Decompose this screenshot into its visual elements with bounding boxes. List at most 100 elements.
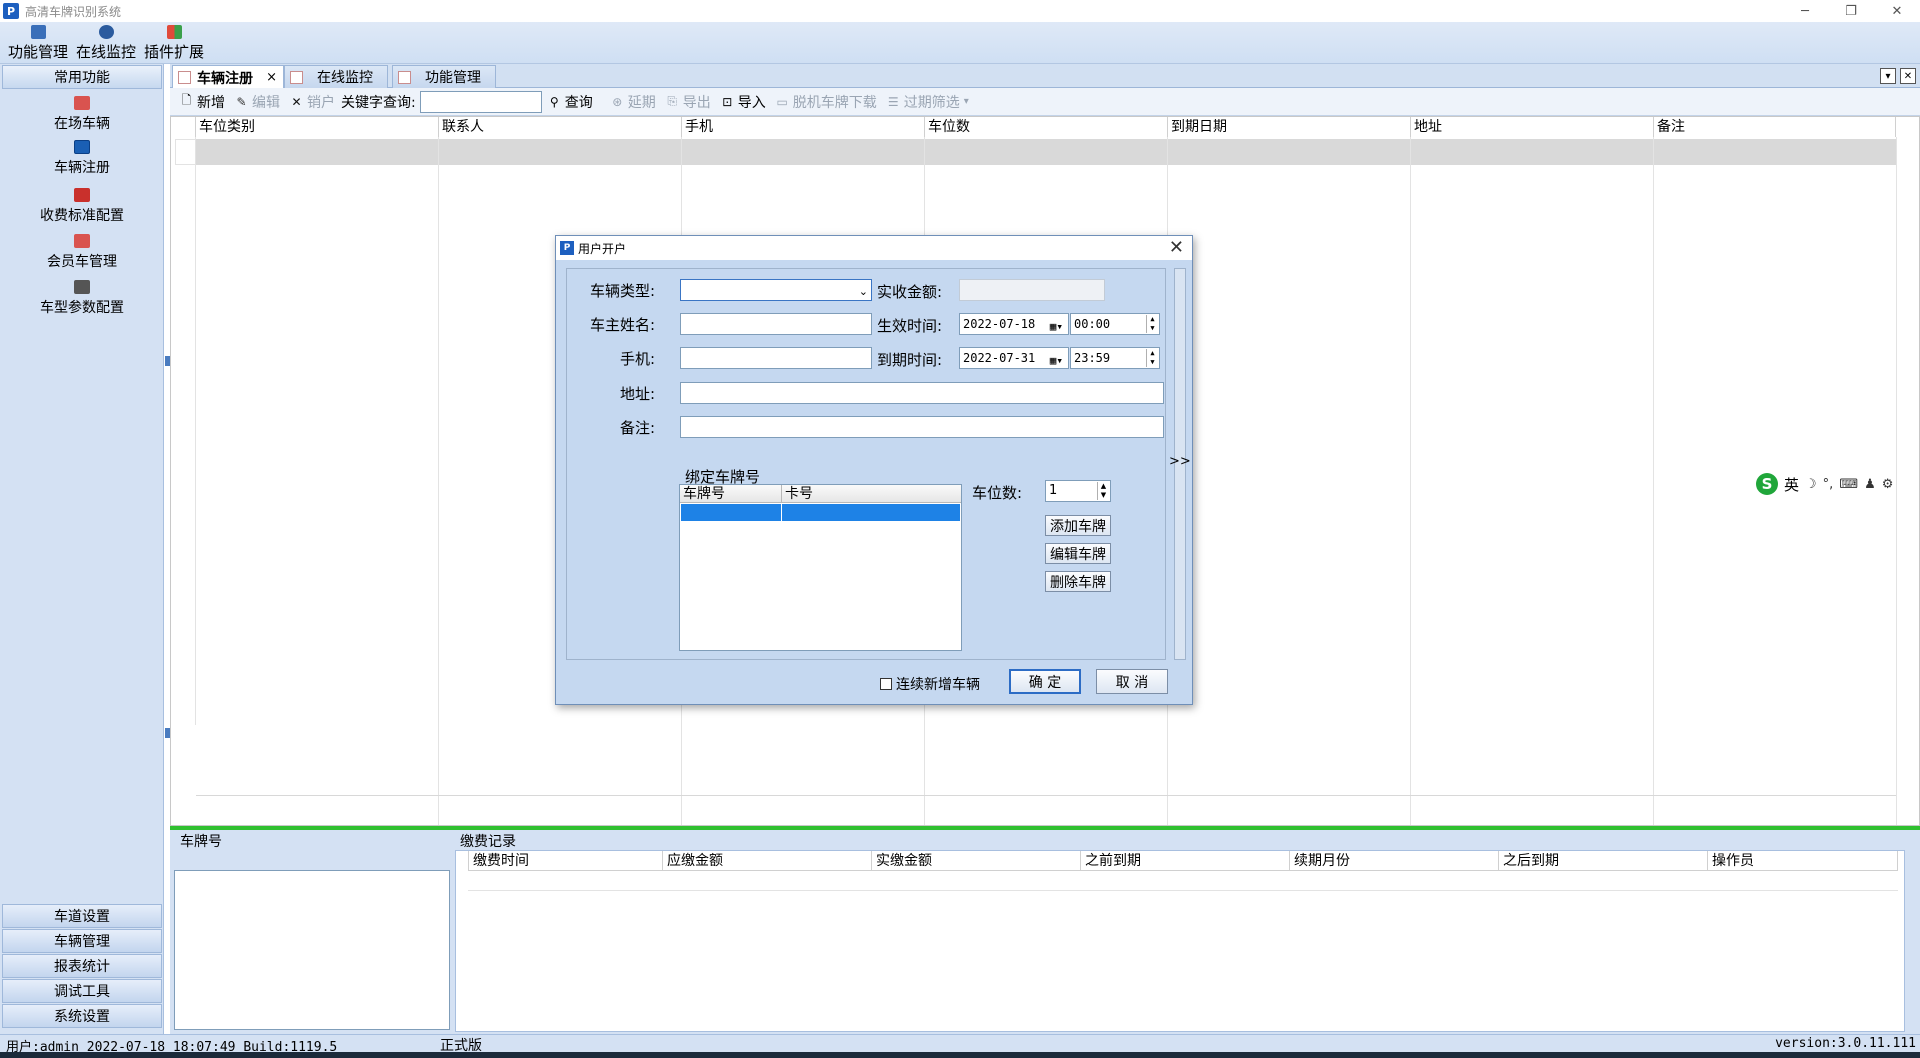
owner-name-label: 车主姓名: — [589, 316, 655, 334]
tab-close-all-icon[interactable]: ✕ — [1900, 68, 1916, 84]
grid-header-contact[interactable]: 联系人 — [438, 117, 681, 137]
expire-date-picker[interactable]: 2022-07-31 ▦▾ — [959, 347, 1069, 369]
sidebar-item-fee-config[interactable]: 收费标准配置 — [0, 188, 164, 225]
menu-plugin-extension[interactable]: 插件扩展 — [144, 22, 204, 64]
minimize-button[interactable]: ─ — [1782, 0, 1828, 22]
effective-time-spinner[interactable]: 00:00 ▲ ▼ — [1070, 313, 1160, 335]
effective-date-picker[interactable]: 2022-07-18 ▦▾ — [959, 313, 1069, 335]
calendar-dropdown-icon[interactable]: ▦▾ — [1050, 317, 1063, 337]
remark-input[interactable] — [680, 416, 1164, 438]
table-row[interactable] — [196, 139, 1896, 165]
ok-button[interactable]: 确 定 — [1009, 669, 1081, 694]
vehicle-type-select[interactable]: ⌄ — [680, 279, 872, 301]
delete-plate-button[interactable]: 删除车牌 — [1045, 571, 1111, 592]
new-document-icon: 🗋 — [181, 93, 192, 107]
new-label: 新增 — [197, 94, 225, 111]
keyboard-icon[interactable]: ⌨ — [1839, 477, 1858, 492]
export-button[interactable]: ⎘ 导出 — [666, 92, 710, 112]
menu-function-management[interactable]: 功能管理 — [8, 22, 68, 64]
sidebar-item-member-car[interactable]: 会员车管理 — [0, 234, 164, 271]
spinner-arrows-icon[interactable]: ▲ ▼ — [1146, 349, 1158, 367]
dialog-titlebar[interactable]: P 用户开户 ✕ — [556, 236, 1192, 260]
payment-header-paid[interactable]: 实缴金额 — [871, 851, 1080, 871]
sidebar-reports[interactable]: 报表统计 — [2, 954, 162, 978]
sogou-logo-icon[interactable]: S — [1756, 473, 1778, 495]
user-icon[interactable]: ♟ — [1864, 477, 1876, 492]
import-button[interactable]: ⊡ 导入 — [721, 92, 766, 112]
tab-vehicle-register[interactable]: 车辆注册 × — [172, 65, 284, 89]
grid-header-phone[interactable]: 手机 — [681, 117, 924, 137]
grid-header-spaces[interactable]: 车位数 — [924, 117, 1167, 137]
add-plate-button[interactable]: 添加车牌 — [1045, 515, 1111, 536]
restore-button[interactable]: ❐ — [1828, 0, 1874, 22]
continuous-add-checkbox[interactable] — [880, 678, 892, 690]
sidebar-vehicle-management[interactable]: 车辆管理 — [2, 929, 162, 953]
dialog-close-icon[interactable]: ✕ — [1169, 236, 1184, 260]
grid-header-remark[interactable]: 备注 — [1653, 117, 1896, 137]
moon-icon[interactable]: ☽ — [1805, 477, 1817, 492]
keyword-input[interactable] — [419, 90, 542, 113]
grid-header-address[interactable]: 地址 — [1410, 117, 1653, 137]
sidebar-system-settings[interactable]: 系统设置 — [2, 1004, 162, 1028]
address-input[interactable] — [680, 382, 1164, 404]
close-window-button[interactable]: ✕ — [1874, 0, 1920, 22]
expand-panel-icon[interactable]: >> — [1169, 454, 1191, 469]
tab-list-dropdown-icon[interactable]: ▾ — [1880, 68, 1896, 84]
plate-grid-header-card[interactable]: 卡号 — [782, 485, 961, 503]
sidebar-item-vehicle-type[interactable]: 车型参数配置 — [0, 280, 164, 317]
payment-header-operator[interactable]: 操作员 — [1707, 851, 1898, 871]
tab-close-icon[interactable]: × — [266, 70, 277, 85]
paid-amount-input[interactable] — [959, 279, 1105, 301]
table-row[interactable] — [468, 871, 1898, 891]
spinner-arrows-icon[interactable]: ▲ ▼ — [1097, 482, 1109, 500]
ime-toolbar[interactable]: S 英 ☽ °, ⌨ ♟ ⚙ — [1756, 472, 1920, 496]
payment-record-grid[interactable]: 缴费时间 应缴金额 实缴金额 之前到期 续期月份 之后到期 操作员 — [455, 850, 1905, 1032]
tab-function-management[interactable]: 功能管理 — [392, 65, 496, 88]
search-icon: ⚲ — [549, 94, 559, 109]
menu-online-monitor[interactable]: 在线监控 — [76, 22, 136, 64]
payment-header-prev-expiry[interactable]: 之前到期 — [1080, 851, 1289, 871]
sidebar-header[interactable]: 常用功能 — [2, 65, 162, 89]
statusbar: 用户:admin 2022-07-18 18:07:49 Build:1119.… — [0, 1034, 1920, 1055]
calendar-dropdown-icon[interactable]: ▦▾ — [1050, 351, 1063, 371]
grid-header-expiry[interactable]: 到期日期 — [1167, 117, 1410, 137]
punctuation-icon[interactable]: °, — [1823, 477, 1834, 492]
grid-header-space-type[interactable]: 车位类别 — [195, 117, 438, 137]
query-button[interactable]: ⚲ 查询 — [548, 92, 593, 112]
phone-input[interactable] — [680, 347, 872, 369]
expire-time-spinner[interactable]: 23:59 ▲ ▼ — [1070, 347, 1160, 369]
ime-mode[interactable]: 英 — [1784, 474, 1799, 495]
tab-online-monitor[interactable]: 在线监控 — [284, 65, 388, 88]
fee-icon — [74, 188, 90, 202]
edit-button[interactable]: ✎ 编辑 — [235, 92, 280, 112]
settings-icon[interactable]: ⚙ — [1882, 477, 1894, 492]
sidebar-debug-tools[interactable]: 调试工具 — [2, 979, 162, 1003]
vehicle-type-icon — [74, 280, 90, 294]
spinner-arrows-icon[interactable]: ▲ ▼ — [1146, 315, 1158, 333]
payment-header-time[interactable]: 缴费时间 — [468, 851, 662, 871]
owner-name-input[interactable] — [680, 313, 872, 335]
payment-header-due[interactable]: 应缴金额 — [662, 851, 871, 871]
column-divider — [1653, 137, 1654, 825]
continuous-add-checkbox-row[interactable]: 连续新增车辆 — [880, 674, 980, 694]
cancel-account-button[interactable]: ✕ 销户 — [290, 92, 335, 112]
offline-plate-download-button[interactable]: ▭ 脱机车牌下载 — [776, 92, 877, 112]
new-button[interactable]: 🗋 新增 — [180, 92, 225, 112]
window-titlebar: P 高清车牌识别系统 ─ ❐ ✕ — [0, 0, 1920, 22]
extend-button[interactable]: ⊛ 延期 — [611, 92, 656, 112]
sidebar-item-vehicle-register[interactable]: 车辆注册 — [0, 140, 164, 177]
cancel-button[interactable]: 取 消 — [1096, 669, 1168, 694]
expiry-filter-button[interactable]: ☰ 过期筛选 ▾ — [887, 92, 969, 112]
plate-list-box[interactable] — [174, 870, 450, 1030]
sidebar-lane-settings[interactable]: 车道设置 — [2, 904, 162, 928]
table-row[interactable] — [681, 504, 960, 521]
account-open-dialog: P 用户开户 ✕ 车辆类型: ⌄ 实收金额: 车主姓名: 生效时间: 2022-… — [555, 235, 1193, 705]
payment-header-after-expiry[interactable]: 之后到期 — [1498, 851, 1707, 871]
sidebar-item-vehicles-present[interactable]: 在场车辆 — [0, 96, 164, 133]
spaces-spinner[interactable]: 1 ▲ ▼ — [1045, 480, 1111, 502]
edit-plate-button[interactable]: 编辑车牌 — [1045, 543, 1111, 564]
payment-header-months[interactable]: 续期月份 — [1289, 851, 1498, 871]
row-indicator[interactable] — [175, 139, 196, 165]
plate-grid-header-plate[interactable]: 车牌号 — [680, 485, 782, 503]
bound-plate-grid[interactable]: 车牌号 卡号 — [679, 484, 962, 651]
